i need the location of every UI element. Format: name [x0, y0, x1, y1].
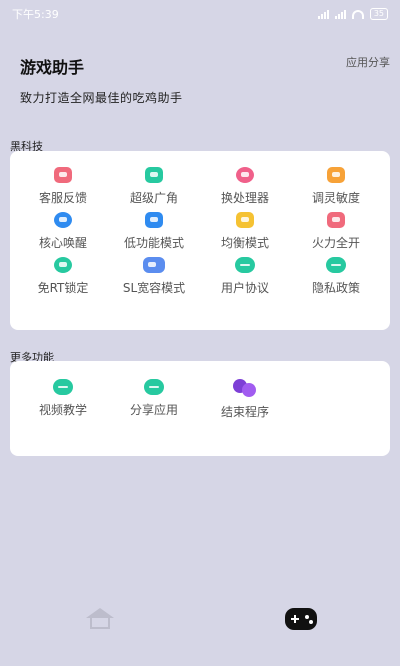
- signal-icon: [317, 9, 329, 19]
- fish-icon: [54, 257, 72, 273]
- chat-icon: [144, 379, 164, 395]
- feature-label: SL宽容模式: [122, 281, 186, 295]
- feature-item[interactable]: 视频教学: [17, 379, 109, 419]
- feature-item[interactable]: SL宽容模式: [108, 257, 200, 297]
- slogan-text: 致力打造全网最佳的吃鸡助手: [20, 91, 183, 105]
- balance-icon: [236, 212, 254, 228]
- feature-label: 结束程序: [220, 405, 269, 419]
- gamepad-icon[interactable]: [285, 608, 317, 630]
- wide-angle-icon: [145, 167, 163, 183]
- feature-label: 超级广角: [129, 191, 178, 205]
- signal-icon: [334, 9, 346, 19]
- feature-item[interactable]: 低功能模式: [108, 212, 200, 252]
- feature-label: 调灵敏度: [311, 191, 360, 205]
- chat-icon: [53, 379, 73, 395]
- status-time: 下午5:39: [12, 8, 59, 21]
- gamepad-icon: [143, 257, 165, 273]
- battery-icon: 35: [369, 8, 388, 20]
- feature-item[interactable]: 火力全开: [290, 212, 382, 252]
- low-power-icon: [145, 212, 163, 228]
- feature-label: 火力全开: [311, 236, 360, 250]
- gamepad-button: [309, 620, 313, 624]
- bottom-nav: [0, 600, 400, 640]
- black-tech-card: 客服反馈 超级广角 换处理器 调灵敏度核心唤醒 低功能模式 均衡模式 火力全开免RT锁定 SL…: [10, 151, 390, 330]
- more-features-card: 视频教学 分享应用 结束程序: [10, 361, 390, 456]
- feature-item[interactable]: 客服反馈: [17, 167, 109, 207]
- chat-icon: [326, 257, 346, 273]
- home-icon[interactable]: [86, 608, 114, 630]
- feature-label: 视频教学: [38, 403, 87, 417]
- bubbles-icon: [233, 379, 257, 397]
- status-icons: 35: [317, 8, 388, 20]
- core-wake-icon: [54, 212, 72, 228]
- feature-item[interactable]: 隐私政策: [290, 257, 382, 297]
- page-title: 游戏助手: [20, 58, 85, 77]
- feature-item[interactable]: 超级广角: [108, 167, 200, 207]
- feature-label: 用户协议: [220, 281, 269, 295]
- feature-item[interactable]: 用户协议: [199, 257, 291, 297]
- feature-item[interactable]: 免RT锁定: [17, 257, 109, 297]
- chat-icon: [235, 257, 255, 273]
- share-app-link[interactable]: 应用分享: [346, 54, 390, 70]
- gamepad-button: [305, 615, 309, 619]
- processor-icon: [236, 167, 254, 183]
- wifi-icon: [351, 9, 364, 19]
- sensitivity-icon: [327, 167, 345, 183]
- battery-level: 35: [373, 9, 384, 18]
- feature-label: 客服反馈: [38, 191, 87, 205]
- feature-item[interactable]: 核心唤醒: [17, 212, 109, 252]
- feature-label: 分享应用: [129, 403, 178, 417]
- feature-label: 低功能模式: [123, 236, 184, 250]
- feature-item[interactable]: 分享应用: [108, 379, 200, 419]
- feature-item[interactable]: 换处理器: [199, 167, 291, 207]
- feature-label: 免RT锁定: [37, 281, 89, 295]
- home-body: [90, 617, 110, 629]
- feature-label: 均衡模式: [220, 236, 269, 250]
- feature-label: 核心唤醒: [38, 236, 87, 250]
- full-power-icon: [327, 212, 345, 228]
- status-bar: 下午5:39 35: [0, 0, 400, 28]
- feature-item[interactable]: 调灵敏度: [290, 167, 382, 207]
- feature-label: 隐私政策: [311, 281, 360, 295]
- feature-item[interactable]: 结束程序: [199, 379, 291, 419]
- feature-item[interactable]: 均衡模式: [199, 212, 291, 252]
- feature-label: 换处理器: [220, 191, 269, 205]
- feedback-icon: [54, 167, 72, 183]
